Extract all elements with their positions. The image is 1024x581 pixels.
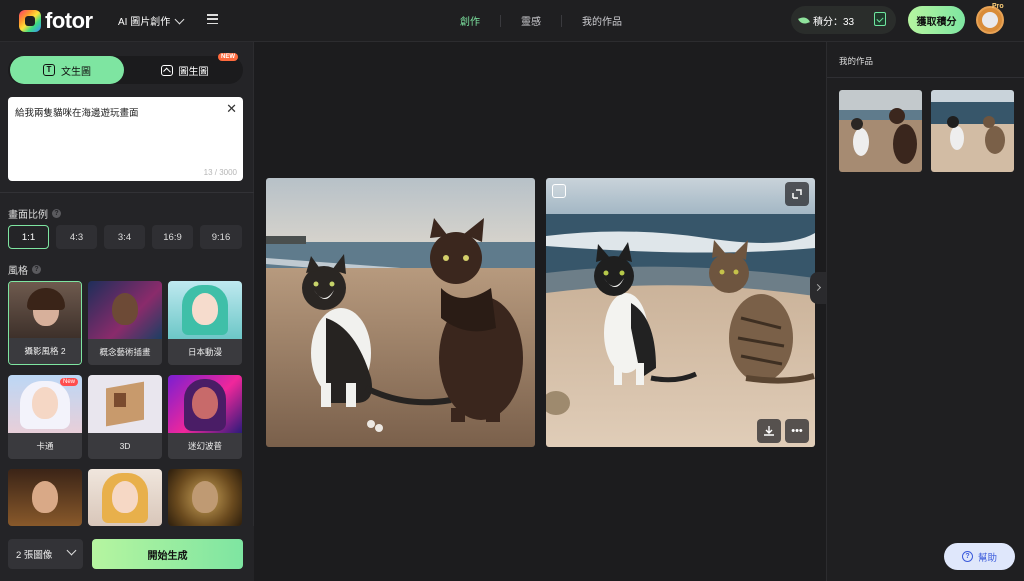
style-thumbnail xyxy=(88,281,162,339)
credits-label: 積分：33 xyxy=(813,16,855,28)
menu-icon[interactable] xyxy=(207,14,218,24)
style-thumbnail xyxy=(88,375,162,433)
help-icon[interactable]: ? xyxy=(52,209,61,218)
image-count-select[interactable]: 2 張圖像 xyxy=(8,539,83,569)
ratio-3-4[interactable]: 3:4 xyxy=(104,225,145,249)
my-works-title: 我的作品 xyxy=(839,56,874,66)
new-badge: New xyxy=(59,378,78,386)
style-card-classical[interactable] xyxy=(168,469,242,526)
ratio-label: 畫面比例 xyxy=(8,210,48,221)
left-panel: T 文生圖 圖生圖 NEW 給我兩隻貓咪在海邊遊玩畫面 ✕ 13 / 3000 … xyxy=(0,42,254,581)
style-card-psychedelic-pop[interactable]: 迷幻波普 xyxy=(168,375,242,459)
tab-label: 圖生圖 xyxy=(178,66,209,78)
style-label: 概念藝術插畫 xyxy=(88,339,162,365)
style-thumbnail xyxy=(168,281,242,339)
help-button[interactable]: ? 幫助 xyxy=(944,543,1015,570)
prompt-textarea[interactable]: 給我兩隻貓咪在海邊遊玩畫面 ✕ 13 / 3000 xyxy=(8,97,243,181)
mode-tabs: T 文生圖 圖生圖 xyxy=(8,56,243,84)
style-label: 迷幻波普 xyxy=(168,433,242,459)
ai-creation-menu[interactable]: AI 圖片創作 xyxy=(118,13,185,28)
panel-divider xyxy=(827,77,1024,78)
image-count-value: 2 張圖像 xyxy=(16,550,53,561)
ai-menu-label: AI 圖片創作 xyxy=(118,17,171,28)
close-icon[interactable]: ✕ xyxy=(226,101,237,117)
style-thumbnail xyxy=(8,469,82,526)
style-label: 風格 xyxy=(8,266,28,277)
style-thumbnail xyxy=(88,469,162,526)
avatar[interactable] xyxy=(976,6,1004,34)
nav-my-works[interactable]: 我的作品 xyxy=(582,13,622,28)
style-thumbnail xyxy=(168,469,242,526)
download-icon[interactable] xyxy=(757,419,781,443)
help-icon[interactable]: ? xyxy=(32,265,41,274)
fotor-logo-icon xyxy=(19,10,41,32)
new-badge: NEW xyxy=(218,53,238,61)
style-card-anime[interactable]: 日本動漫 xyxy=(168,281,242,365)
generate-button[interactable]: 開始生成 xyxy=(92,539,243,569)
style-label: 卡通 xyxy=(8,433,82,459)
ratio-9-16[interactable]: 9:16 xyxy=(200,225,242,249)
result-image-2-art xyxy=(546,178,815,447)
question-icon: ? xyxy=(961,551,973,562)
my-works-thumbnail-2[interactable] xyxy=(931,90,1014,172)
style-thumbnail xyxy=(9,282,81,340)
nav-create[interactable]: 創作 xyxy=(460,13,480,28)
style-label: 3D xyxy=(88,433,162,459)
logo-text: fotor xyxy=(45,8,93,33)
style-label: 日本動漫 xyxy=(168,339,242,365)
clipboard-check-icon[interactable] xyxy=(874,12,886,26)
image-icon xyxy=(160,64,173,76)
expand-icon[interactable] xyxy=(785,182,809,206)
prompt-value: 給我兩隻貓咪在海邊遊玩畫面 xyxy=(15,108,139,119)
more-icon[interactable]: ••• xyxy=(785,419,809,443)
style-section-title: 風格 ? xyxy=(8,262,41,277)
style-card-cartoon[interactable]: New 卡通 xyxy=(8,375,82,459)
get-credits-button[interactable]: 獲取積分 xyxy=(908,6,965,34)
chevron-down-icon xyxy=(66,545,77,556)
result-image-1[interactable] xyxy=(266,178,535,447)
section-divider xyxy=(0,192,254,193)
fotor-logo[interactable]: fotor xyxy=(19,8,99,33)
leaf-icon xyxy=(798,15,810,25)
my-works-thumbnail-1[interactable] xyxy=(839,90,922,172)
chevron-down-icon xyxy=(174,14,185,24)
style-card-photography-2[interactable]: 攝影風格 2 xyxy=(8,281,82,365)
nav-divider xyxy=(500,14,501,27)
tab-text-to-image[interactable]: T 文生圖 xyxy=(10,56,124,84)
text-icon: T xyxy=(43,64,55,76)
result-image-1-art xyxy=(266,178,535,447)
main-nav: 創作 靈感 我的作品 xyxy=(460,13,622,28)
generate-bar: 2 張圖像 開始生成 xyxy=(0,526,254,581)
credits-pill[interactable]: 積分：33 xyxy=(791,6,896,34)
collapse-right-panel-handle[interactable] xyxy=(810,272,826,304)
tab-label: 文生圖 xyxy=(61,66,91,78)
ratio-4-3[interactable]: 4:3 xyxy=(56,225,97,249)
my-works-panel: 我的作品 xyxy=(826,42,1024,581)
style-card-3d[interactable]: 3D xyxy=(88,375,162,459)
style-card-concept-art[interactable]: 概念藝術插畫 xyxy=(88,281,162,365)
pro-badge: Pro xyxy=(992,3,1004,10)
help-label: 幫助 xyxy=(977,552,997,564)
style-thumbnail xyxy=(168,375,242,433)
top-bar: fotor AI 圖片創作 創作 靈感 我的作品 積分：33 獲取積分 Pro xyxy=(0,0,1024,42)
style-card-painting[interactable] xyxy=(8,469,82,526)
nav-divider xyxy=(561,14,562,27)
style-card-illustration[interactable] xyxy=(88,469,162,526)
canvas-area: ••• xyxy=(255,42,826,581)
ratio-16-9[interactable]: 16:9 xyxy=(152,225,193,249)
result-image-2[interactable]: ••• xyxy=(546,178,815,447)
ratio-1-1[interactable]: 1:1 xyxy=(8,225,49,249)
char-counter: 13 / 3000 xyxy=(203,168,237,177)
nav-inspiration[interactable]: 靈感 xyxy=(521,13,541,28)
ratio-section-title: 畫面比例 ? xyxy=(8,206,61,221)
select-checkbox[interactable] xyxy=(552,184,566,198)
style-label: 攝影風格 2 xyxy=(9,338,81,364)
